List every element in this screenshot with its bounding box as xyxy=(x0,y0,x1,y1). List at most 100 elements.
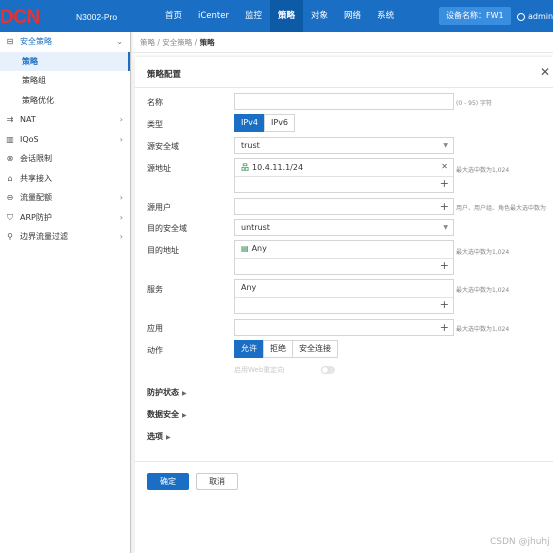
service-box[interactable]: Any + xyxy=(234,279,454,314)
src-zone-value: trust xyxy=(241,141,260,150)
sidebar-item-label: ARP防护 xyxy=(20,212,52,222)
field-separator xyxy=(235,258,453,259)
device-model: N3002-Pro xyxy=(76,12,118,22)
nav-network[interactable]: 网络 xyxy=(336,0,369,32)
sidebar-item-arp-protect[interactable]: ⛉ ARP防护 › xyxy=(0,208,130,228)
add-icon[interactable]: + xyxy=(440,199,449,214)
sidebar-item-label: 策略 xyxy=(22,56,38,66)
dst-addr-tag: ▤ Any xyxy=(241,244,267,253)
sidebar-item-shared-access[interactable]: ⌂ 共享接入 xyxy=(0,169,130,189)
sidebar-item-policy-optimize[interactable]: 策略优化 xyxy=(0,91,130,111)
dst-zone-label: 目的安全域 xyxy=(147,224,187,233)
security-policy-icon: ⊟ xyxy=(6,37,14,46)
chevron-down-icon: ⌄ xyxy=(116,37,123,46)
action-segment: 允许 拒绝 安全连接 xyxy=(234,340,338,358)
dst-addr-box[interactable]: ▤ Any + xyxy=(234,240,454,275)
src-addr-tag: 品 10.4.11.1/24 xyxy=(241,162,303,173)
sidebar-item-iqos[interactable]: ▥ IQoS › xyxy=(0,130,130,150)
app-box[interactable]: + xyxy=(234,319,454,336)
web-redirect-toggle[interactable] xyxy=(321,366,335,374)
action-label: 动作 xyxy=(147,346,163,355)
sidebar-item-border-filter[interactable]: ⚲ 边界流量过滤 › xyxy=(0,227,130,247)
options-section[interactable]: 选项 ▶ xyxy=(147,431,171,442)
close-icon[interactable]: ✕ xyxy=(540,65,550,79)
user-menu[interactable]: admin ▾ xyxy=(517,12,553,21)
top-navbar: DCN N3002-Pro 首页 iCenter 监控 策略 对象 网络 系统 … xyxy=(0,0,553,32)
add-icon[interactable]: + xyxy=(440,320,449,335)
sidebar-item-label: 流量配额 xyxy=(20,193,52,202)
service-hint: 最大选中数为1,024 xyxy=(456,287,510,294)
chevron-right-icon: › xyxy=(119,134,123,144)
src-zone-label: 源安全域 xyxy=(147,142,179,151)
dcn-logo: DCN xyxy=(0,7,40,28)
src-user-box[interactable]: + xyxy=(234,198,454,215)
cancel-button[interactable]: 取消 xyxy=(196,473,238,490)
name-hint: (0 - 95) 字符 xyxy=(456,100,493,107)
sidebar-item-label: 策略优化 xyxy=(22,95,54,105)
src-addr-hint: 最大选中数为1,024 xyxy=(456,167,510,174)
sidebar-item-label: 会话限制 xyxy=(20,154,52,163)
action-deny-button[interactable]: 拒绝 xyxy=(263,340,293,358)
sidebar-item-label: IQoS xyxy=(20,134,39,144)
expand-icon: ▶ xyxy=(182,412,187,419)
sidebar-item-label: NAT xyxy=(20,115,36,124)
arp-protect-icon: ⛉ xyxy=(7,212,13,222)
nav-monitor[interactable]: 监控 xyxy=(237,0,270,32)
sidebar-item-policy-group[interactable]: 策略组 xyxy=(0,71,130,91)
border-filter-icon: ⚲ xyxy=(7,232,13,241)
service-label: 服务 xyxy=(147,285,163,294)
nav-home[interactable]: 首页 xyxy=(157,0,190,32)
breadcrumb: 策略 / 安全策略 / 策略 xyxy=(140,37,215,48)
nav-system[interactable]: 系统 xyxy=(369,0,402,32)
ok-button[interactable]: 确定 xyxy=(147,473,189,490)
type-ipv4-button[interactable]: IPv4 xyxy=(234,114,266,132)
service-tag: Any xyxy=(241,283,256,292)
src-addr-box[interactable]: 品 10.4.11.1/24 ✕ + xyxy=(234,158,454,193)
breadcrumb-security-policy[interactable]: 安全策略 xyxy=(162,38,192,47)
chevron-right-icon: › xyxy=(119,212,123,222)
sidebar-item-nat[interactable]: ⇉ NAT › xyxy=(0,110,130,130)
sidebar-item-policy[interactable]: 策略 xyxy=(0,51,130,71)
data-security-section[interactable]: 数据安全 ▶ xyxy=(147,409,187,420)
sidebar-shadow xyxy=(130,32,134,553)
address-object-icon: 品 xyxy=(241,163,249,172)
sidebar-item-traffic-quota[interactable]: ⊖ 流量配额 › xyxy=(0,188,130,208)
dst-zone-select[interactable]: untrust ▼ xyxy=(234,219,454,236)
nav-icenter[interactable]: iCenter xyxy=(190,0,237,32)
chevron-right-icon: › xyxy=(119,193,123,202)
remove-icon[interactable]: ✕ xyxy=(441,162,448,171)
web-redirect-label: 启用Web重定向 xyxy=(234,366,285,374)
name-label: 名称 xyxy=(147,98,163,107)
src-zone-select[interactable]: trust ▼ xyxy=(234,137,454,154)
chevron-right-icon: › xyxy=(119,115,123,124)
traffic-quota-icon: ⊖ xyxy=(6,193,14,202)
type-ipv6-button[interactable]: IPv6 xyxy=(264,114,296,132)
field-separator xyxy=(235,297,453,298)
nav-object[interactable]: 对象 xyxy=(303,0,336,32)
breadcrumb-policy[interactable]: 策略 xyxy=(140,38,155,47)
src-addr-value: 10.4.11.1/24 xyxy=(252,163,304,172)
action-secure-connect-button[interactable]: 安全连接 xyxy=(292,340,338,358)
add-icon[interactable]: + xyxy=(440,298,449,311)
dst-zone-value: untrust xyxy=(241,223,270,232)
src-addr-label: 源地址 xyxy=(147,164,171,173)
nat-icon: ⇉ xyxy=(6,115,14,124)
dst-addr-label: 目的地址 xyxy=(147,246,179,255)
sidebar-item-label: 共享接入 xyxy=(20,173,52,183)
breadcrumb-current: 策略 xyxy=(199,38,215,47)
sidebar-item-label: 安全策略 xyxy=(20,37,52,46)
add-icon[interactable]: + xyxy=(440,259,449,272)
action-allow-button[interactable]: 允许 xyxy=(234,340,264,358)
sidebar-item-security-policy[interactable]: ⊟ 安全策略 ⌄ xyxy=(0,32,130,52)
name-input[interactable] xyxy=(234,93,454,110)
protection-status-section[interactable]: 防护状态 ▶ xyxy=(147,387,187,398)
shared-access-icon: ⌂ xyxy=(7,173,13,183)
footer-divider xyxy=(135,461,553,462)
nav-policy[interactable]: 策略 xyxy=(270,0,304,32)
dst-addr-hint: 最大选中数为1,024 xyxy=(456,249,510,256)
device-name-badge[interactable]: 设备名称：FW1 xyxy=(439,7,511,25)
add-icon[interactable]: + xyxy=(440,177,449,190)
dropdown-caret-icon: ▼ xyxy=(443,224,448,231)
sidebar-item-session-limit[interactable]: ⊗ 会话限制 xyxy=(0,149,130,169)
app-hint: 最大选中数为1,024 xyxy=(456,326,510,333)
